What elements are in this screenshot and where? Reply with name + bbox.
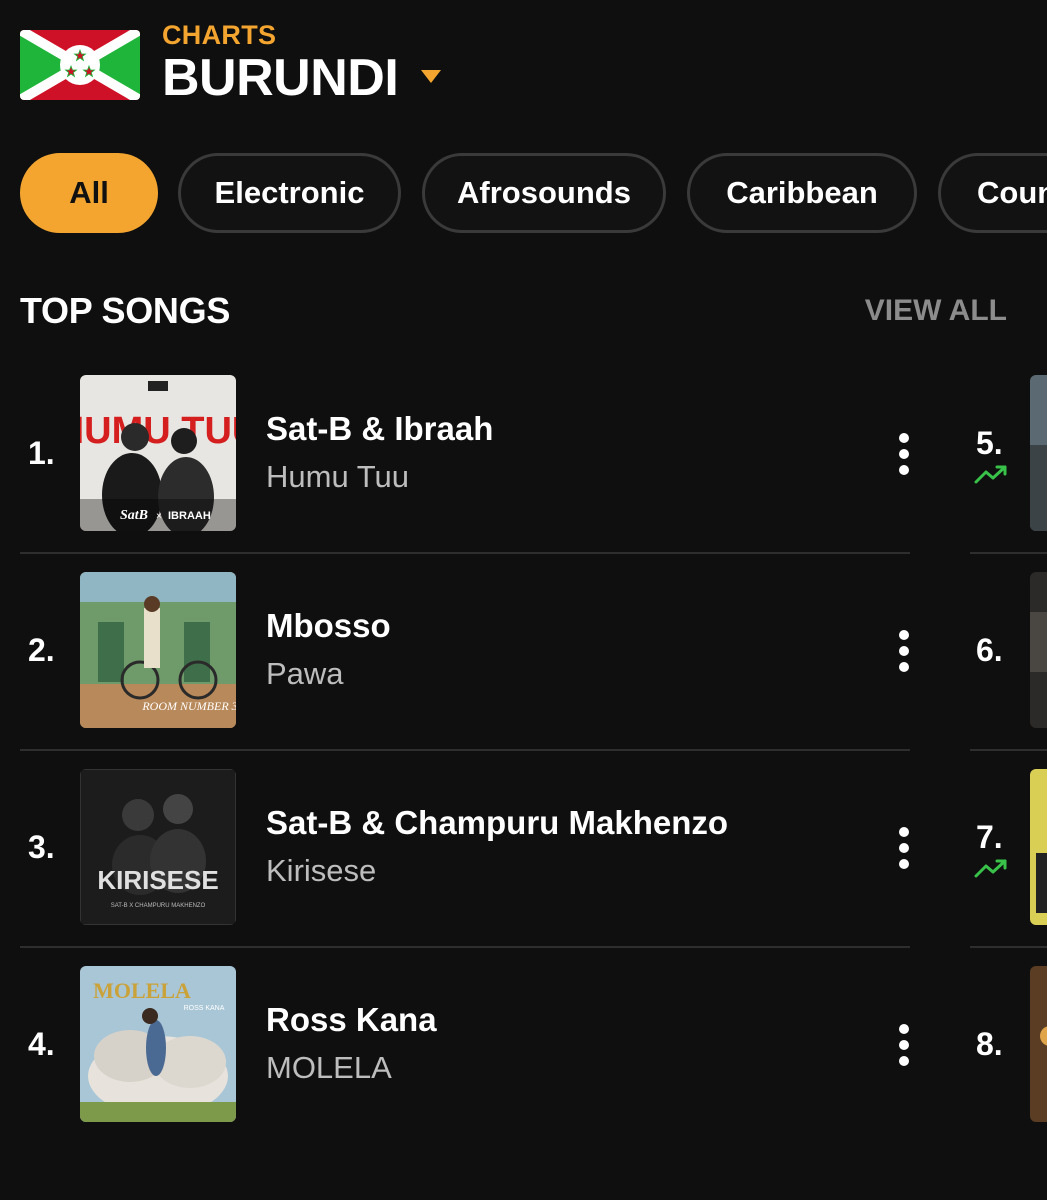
song-title[interactable]: Humu Tuu [266,459,409,495]
song-row-partial[interactable]: 5. [970,375,1047,571]
album-cover: ROOM NUMBER 3 [80,572,236,728]
song-row[interactable]: 3. KIRISESE SAT-B X CHAMPURU MAKHENZO Sa… [20,769,910,965]
genre-filter-bar: All Electronic Afrosounds Caribbean Coun [0,150,1047,240]
song-title[interactable]: MOLELA [266,1050,392,1086]
album-cover: HUMU TUU SatB × IBRAAH [80,375,236,531]
cover-title: ROOM NUMBER 3 [141,699,236,713]
album-cover [1030,375,1047,531]
album-cover [1030,572,1047,728]
divider [970,946,1047,948]
album-cover [1030,769,1047,925]
more-options-icon[interactable] [892,825,916,871]
song-rank: 1. [28,435,55,471]
country-selector-label[interactable]: BURUNDI [162,48,399,108]
more-options-icon[interactable] [892,628,916,674]
svg-text:×: × [156,511,162,522]
chevron-down-icon[interactable] [421,70,441,83]
song-rank: 4. [28,1026,55,1062]
divider [20,749,910,751]
divider [20,946,910,948]
song-artist[interactable]: Sat-B & Ibraah [266,410,493,448]
genre-chip-caribbean[interactable]: Caribbean [687,153,917,233]
charts-page: CHARTS BURUNDI All Electronic Afrosounds… [0,0,1047,1200]
divider [970,552,1047,554]
section-title: TOP SONGS [20,290,231,331]
divider [970,749,1047,751]
song-row-partial[interactable]: 6. [970,572,1047,768]
svg-text:IBRAAH: IBRAAH [168,510,211,522]
song-rank: 3. [28,829,55,865]
svg-text:ROSS KANA: ROSS KANA [184,1005,225,1012]
genre-chip-all[interactable]: All [20,153,158,233]
more-options-icon[interactable] [892,431,916,477]
song-row-partial[interactable]: 7. [970,769,1047,965]
song-title[interactable]: Pawa [266,656,344,692]
song-row[interactable]: 1. HUMU TUU SatB × IBRAAH Sat-B & Ibraah… [20,375,910,571]
song-artist[interactable]: Mbosso [266,607,391,645]
divider [20,552,910,554]
burundi-flag-icon [20,30,140,100]
svg-text:SAT-B X CHAMPURU MAKHENZO: SAT-B X CHAMPURU MAKHENZO [111,903,206,909]
trending-up-icon [974,857,1008,879]
song-title[interactable]: Kirisese [266,853,376,889]
album-cover: KIRISESE SAT-B X CHAMPURU MAKHENZO [80,769,236,925]
album-cover: MOLELA ROSS KANA [80,966,236,1122]
genre-chip-country[interactable]: Coun [938,153,1047,233]
genre-chip-afrosounds[interactable]: Afrosounds [422,153,666,233]
song-rank: 7. [976,819,1003,855]
song-rank: 5. [976,425,1003,461]
song-artist[interactable]: Sat-B & Champuru Makhenzo [266,804,728,842]
song-rank: 6. [976,632,1003,668]
charts-label: CHARTS [162,20,277,50]
song-row[interactable]: 2. ROOM NUMBER 3 Mbosso Pawa [20,572,910,768]
cover-title: KIRISESE [97,865,218,895]
song-artist[interactable]: Ross Kana [266,1001,437,1039]
view-all-link[interactable]: VIEW ALL [865,294,1007,328]
cover-title: HUMU TUU [80,410,236,452]
trending-up-icon [974,463,1008,485]
svg-text:SatB: SatB [120,508,148,523]
song-rank: 2. [28,632,55,668]
song-row-partial[interactable]: 8. [970,966,1047,1162]
song-rank: 8. [976,1026,1003,1062]
song-row[interactable]: 4. MOLELA ROSS KANA Ross Kana MOLELA [20,966,910,1162]
more-options-icon[interactable] [892,1022,916,1068]
album-cover [1030,966,1047,1122]
genre-chip-electronic[interactable]: Electronic [178,153,401,233]
cover-title: MOLELA [93,978,191,1003]
